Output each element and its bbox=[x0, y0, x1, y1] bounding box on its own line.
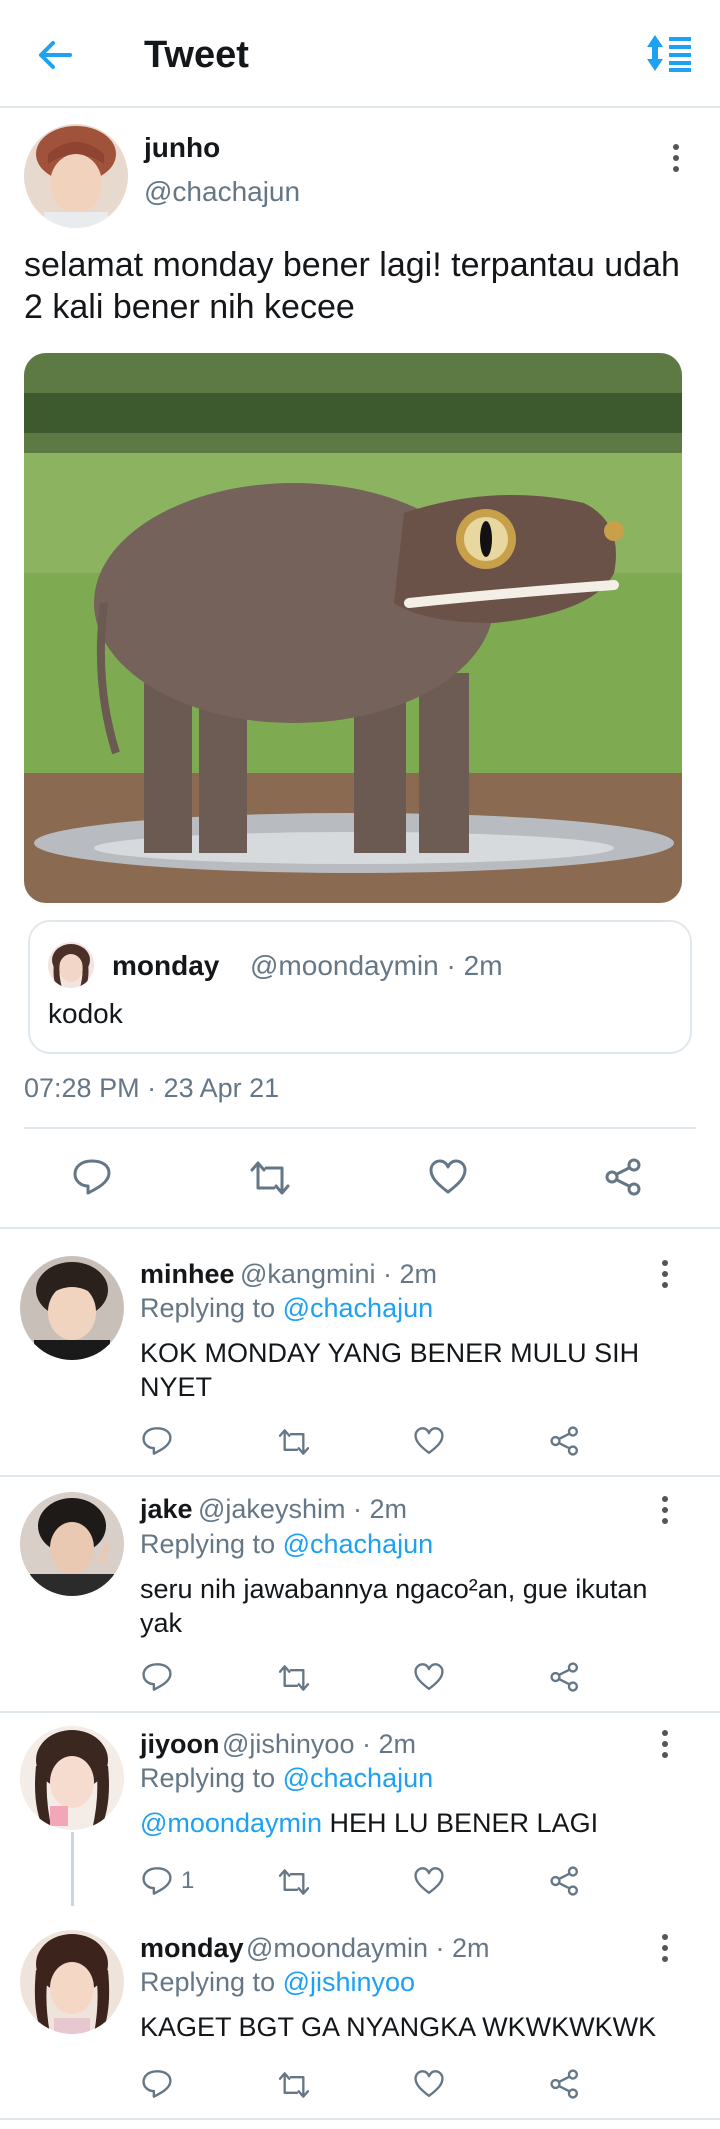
divider bbox=[0, 1227, 720, 1229]
like-button[interactable] bbox=[413, 1662, 445, 1692]
divider bbox=[0, 2118, 720, 2120]
retweet-icon bbox=[278, 1665, 310, 1691]
replying-to: Replying to @jishinyoo bbox=[140, 1967, 416, 1997]
reply-text: @moondaymin HEH LU BENER LAGI bbox=[140, 1808, 599, 1838]
author-handle[interactable]: @chachajun bbox=[144, 176, 300, 208]
divider bbox=[24, 1127, 696, 1129]
like-button[interactable] bbox=[428, 1158, 468, 1196]
retweet-button[interactable] bbox=[248, 1160, 292, 1196]
share-button[interactable] bbox=[549, 1426, 581, 1456]
reply-author-name[interactable]: minhee bbox=[140, 1259, 235, 1290]
share-icon bbox=[550, 1866, 579, 1896]
share-icon bbox=[550, 2069, 579, 2099]
replying-to-mention[interactable]: @jishinyoo bbox=[283, 1967, 415, 1997]
more-options-icon[interactable] bbox=[650, 1724, 680, 1764]
like-icon bbox=[429, 1159, 467, 1194]
reply-icon bbox=[142, 1427, 172, 1455]
like-icon bbox=[414, 2070, 444, 2098]
tweet-text: selamat monday bener lagi! terpantau uda… bbox=[24, 246, 680, 326]
reply-author-handle[interactable]: @jakeyshim · 2m bbox=[198, 1494, 407, 1525]
retweet-button[interactable] bbox=[276, 1664, 312, 1692]
reply-author-name[interactable]: monday bbox=[140, 1933, 244, 1964]
replying-to: Replying to @chachajun bbox=[140, 1763, 434, 1793]
reply-text: seru nih jawabannya ngaco²an, gue ikutan… bbox=[140, 1574, 648, 1638]
replying-to: Replying to @chachajun bbox=[140, 1529, 434, 1559]
mention-link[interactable]: @moondaymin bbox=[140, 1808, 322, 1838]
reply-icon bbox=[142, 1867, 172, 1895]
avatar[interactable] bbox=[20, 1930, 124, 2034]
share-button[interactable] bbox=[604, 1158, 644, 1196]
share-icon bbox=[550, 1426, 579, 1456]
reply-button[interactable]: 1 bbox=[141, 1866, 194, 1896]
like-icon bbox=[414, 1427, 444, 1455]
avatar[interactable] bbox=[24, 124, 128, 228]
replying-to-mention[interactable]: @chachajun bbox=[283, 1763, 434, 1793]
reply-icon bbox=[142, 2070, 172, 2098]
divider bbox=[0, 1475, 720, 1477]
share-icon bbox=[550, 1662, 579, 1692]
quoted-text: kodok bbox=[48, 998, 123, 1029]
like-button[interactable] bbox=[413, 2069, 445, 2099]
arrow-left-icon bbox=[39, 41, 72, 69]
reply-text: KOK MONDAY YANG BENER MULU SIH NYET bbox=[140, 1338, 640, 1402]
retweet-icon bbox=[250, 1161, 290, 1195]
retweet-icon bbox=[278, 1429, 310, 1455]
avatar[interactable] bbox=[20, 1726, 124, 1830]
quoted-author-name: monday bbox=[112, 950, 220, 981]
back-button[interactable] bbox=[30, 30, 80, 80]
tweet-timestamp: 07:28 PM · 23 Apr 21 bbox=[24, 1073, 280, 1103]
reply-button[interactable] bbox=[141, 1662, 173, 1692]
share-button[interactable] bbox=[549, 1866, 581, 1896]
replying-to-mention[interactable]: @chachajun bbox=[283, 1529, 434, 1559]
reply-icon bbox=[142, 1663, 172, 1691]
share-icon bbox=[605, 1158, 641, 1196]
more-options-icon[interactable] bbox=[650, 1254, 680, 1294]
more-options-icon[interactable] bbox=[650, 1490, 680, 1530]
reply-icon bbox=[73, 1159, 111, 1195]
retweet-icon bbox=[278, 2072, 310, 2098]
sort-icon bbox=[647, 35, 691, 72]
quoted-tweet[interactable]: monday @moondaymin · 2m kodok bbox=[28, 920, 692, 1054]
avatar[interactable] bbox=[20, 1256, 124, 1360]
tweet-photo[interactable] bbox=[24, 353, 682, 903]
like-button[interactable] bbox=[413, 1866, 445, 1896]
reply-author-handle[interactable]: @moondaymin · 2m bbox=[246, 1933, 490, 1964]
reply-author-name[interactable]: jake bbox=[140, 1494, 193, 1525]
retweet-icon bbox=[278, 1869, 310, 1895]
thread-line bbox=[71, 1832, 74, 1906]
retweet-button[interactable] bbox=[276, 2071, 312, 2099]
sort-button[interactable] bbox=[640, 28, 700, 78]
like-button[interactable] bbox=[413, 1426, 445, 1456]
retweet-button[interactable] bbox=[276, 1428, 312, 1456]
share-button[interactable] bbox=[549, 1662, 581, 1692]
divider bbox=[0, 1711, 720, 1713]
page-title: Tweet bbox=[144, 34, 249, 76]
replying-to-mention[interactable]: @chachajun bbox=[283, 1293, 434, 1323]
reply-button[interactable] bbox=[72, 1158, 112, 1196]
reply-author-handle[interactable]: @jishinyoo · 2m bbox=[222, 1729, 416, 1760]
share-button[interactable] bbox=[549, 2069, 581, 2099]
reply-count: 1 bbox=[181, 1867, 195, 1894]
like-icon bbox=[414, 1663, 444, 1691]
top-bar: Tweet bbox=[0, 0, 720, 108]
author-name[interactable]: junho bbox=[144, 132, 220, 164]
replying-to: Replying to @chachajun bbox=[140, 1293, 434, 1323]
like-icon bbox=[414, 1867, 444, 1895]
more-options-icon[interactable] bbox=[661, 138, 691, 178]
reply-author-handle[interactable]: @kangmini · 2m bbox=[240, 1259, 437, 1290]
reply-author-name[interactable]: jiyoon bbox=[140, 1729, 220, 1760]
reply-button[interactable] bbox=[141, 2069, 173, 2099]
reply-text: KAGET BGT GA NYANGKA WKWKWKWK bbox=[140, 2012, 657, 2042]
reply-button[interactable] bbox=[141, 1426, 173, 1456]
avatar bbox=[48, 942, 94, 988]
quoted-author-handle: @moondaymin · 2m bbox=[250, 950, 503, 981]
avatar[interactable] bbox=[20, 1492, 124, 1596]
more-options-icon[interactable] bbox=[650, 1928, 680, 1968]
retweet-button[interactable] bbox=[276, 1868, 312, 1896]
